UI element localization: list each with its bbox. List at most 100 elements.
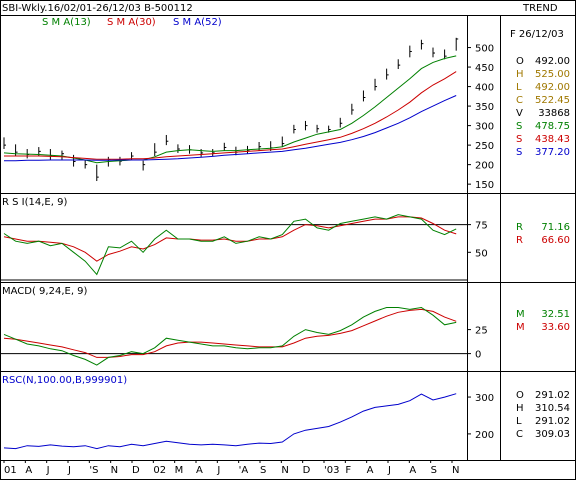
readout-label: M bbox=[516, 322, 525, 333]
readout-value: 71.16 bbox=[541, 222, 570, 233]
xtick-label: S bbox=[431, 465, 437, 476]
ytick-label: 500 bbox=[475, 44, 494, 55]
readout-value: 377.20 bbox=[535, 147, 570, 158]
xtick-label: J bbox=[46, 465, 50, 476]
xtick-label: D bbox=[303, 465, 311, 476]
readout-value: 522.45 bbox=[535, 95, 570, 106]
readout-label: S bbox=[516, 134, 522, 145]
rsi-title: R S I(14,E, 9) bbox=[2, 197, 67, 208]
xtick-label: J bbox=[216, 465, 220, 476]
x-axis-labels: 01 A J J 'S N D 02 M A J 'A S N D '03 F A J A S N bbox=[3, 460, 459, 476]
xtick-label: S bbox=[260, 465, 266, 476]
readout-value: 66.60 bbox=[541, 235, 570, 246]
rsc-readout: O 291.02 H 310.54 L 291.02 C 309.03 bbox=[516, 390, 570, 440]
xtick-label: A bbox=[196, 465, 203, 476]
technical-chart: SBI-Wkly.16/02/01-26/12/03 B-500112 TREN… bbox=[0, 0, 576, 480]
macd-lines bbox=[3, 306, 457, 366]
readout-value: 32.51 bbox=[541, 309, 570, 320]
ytick-label: 250 bbox=[475, 141, 494, 152]
rsi-lines bbox=[3, 214, 457, 276]
xtick-label: A bbox=[367, 465, 374, 476]
xtick-label: 02 bbox=[153, 465, 166, 476]
ytick-label: 25 bbox=[475, 326, 488, 337]
readout-label: C bbox=[516, 95, 523, 106]
price-sma-lines bbox=[3, 55, 457, 164]
chart-window: SBI-Wkly.16/02/01-26/12/03 B-500112 TREN… bbox=[0, 0, 576, 480]
readout-label: O bbox=[516, 390, 524, 401]
rsi-reference-lines bbox=[0, 224, 467, 281]
readout-label: C bbox=[516, 429, 523, 440]
xtick-label: N bbox=[452, 465, 459, 476]
readout-value: 478.75 bbox=[535, 121, 570, 132]
rsc-title: RSC(N,100.00,B,999901) bbox=[2, 375, 127, 386]
macd-title: MACD( 9,24,E, 9) bbox=[2, 286, 88, 297]
readout-label: R bbox=[516, 222, 523, 233]
xtick-label: '03 bbox=[324, 465, 339, 476]
xtick-label: N bbox=[281, 465, 288, 476]
ytick-label: 350 bbox=[475, 102, 494, 113]
readout-value: 525.00 bbox=[535, 69, 570, 80]
readout-label: S bbox=[516, 147, 522, 158]
xtick-label: F bbox=[345, 465, 351, 476]
xtick-label: N bbox=[111, 465, 118, 476]
xtick-label: D bbox=[132, 465, 140, 476]
xtick-label: J bbox=[67, 465, 71, 476]
ytick-label: 300 bbox=[475, 393, 494, 404]
ytick-label: 0 bbox=[475, 350, 481, 361]
readout-value: 291.02 bbox=[535, 390, 570, 401]
readout-label: L bbox=[516, 416, 522, 427]
macd-readout: M 32.51 M 33.60 bbox=[516, 309, 570, 333]
xtick-label: M bbox=[175, 465, 184, 476]
xtick-label: J bbox=[387, 465, 391, 476]
readout-label: S bbox=[516, 121, 522, 132]
ytick-label: 450 bbox=[475, 63, 494, 74]
readout-label: M bbox=[516, 309, 525, 320]
date-label: F 26/12/03 bbox=[510, 29, 564, 40]
rsi-line bbox=[3, 214, 457, 276]
readout-label: O bbox=[516, 56, 524, 67]
sma13-line bbox=[3, 55, 457, 164]
trend-label: TREND bbox=[522, 3, 558, 14]
legend-sma13: S M A(13) bbox=[42, 17, 91, 28]
readout-label: H bbox=[516, 403, 524, 414]
legend-sma52: S M A(52) bbox=[173, 17, 222, 28]
ytick-label: 200 bbox=[475, 161, 494, 172]
ytick-label: 300 bbox=[475, 122, 494, 133]
readout-value: 291.02 bbox=[535, 416, 570, 427]
rsi-signal-line bbox=[3, 216, 457, 262]
readout-label: R bbox=[516, 235, 523, 246]
readout-value: 33868 bbox=[538, 108, 570, 119]
macd-line bbox=[3, 306, 457, 366]
xtick-label: A bbox=[409, 465, 416, 476]
readout-value: 310.54 bbox=[535, 403, 570, 414]
xtick-label: 'S bbox=[89, 465, 98, 476]
readout-value: 492.00 bbox=[535, 82, 570, 93]
xtick-label: 'A bbox=[239, 465, 249, 476]
ytick-label: 50 bbox=[475, 248, 488, 259]
xtick-label: 01 bbox=[4, 465, 17, 476]
rsi-yticks: 50 75 bbox=[467, 221, 488, 259]
sma30-line bbox=[4, 71, 457, 160]
readout-label: L bbox=[516, 82, 522, 93]
rsc-yticks: 200 300 bbox=[467, 393, 494, 441]
readout-label: H bbox=[516, 69, 524, 80]
chart-title: SBI-Wkly.16/02/01-26/12/03 B-500112 bbox=[2, 3, 193, 14]
rsi-readout: R 71.16 R 66.60 bbox=[516, 222, 570, 246]
rsc-line bbox=[3, 393, 457, 450]
ytick-label: 200 bbox=[475, 430, 494, 441]
price-readout: O 492.00 H 525.00 L 492.00 C 522.45 V 33868 S 478.7… bbox=[516, 56, 570, 158]
readout-value: 33.60 bbox=[541, 322, 570, 333]
price-yticks: 150 200 250 300 350 400 450 500 bbox=[467, 44, 494, 191]
ytick-label: 150 bbox=[475, 180, 494, 191]
readout-value: 492.00 bbox=[535, 56, 570, 67]
macd-signal-line bbox=[3, 308, 457, 358]
ytick-label: 400 bbox=[475, 83, 494, 94]
readout-label: V bbox=[516, 108, 523, 119]
xtick-label: A bbox=[25, 465, 32, 476]
readout-value: 309.03 bbox=[535, 429, 570, 440]
legend-sma30: S M A(30) bbox=[107, 17, 156, 28]
readout-value: 438.43 bbox=[535, 134, 570, 145]
ytick-label: 75 bbox=[475, 221, 488, 232]
rsc-lines bbox=[3, 393, 457, 450]
macd-yticks: 0 25 bbox=[467, 326, 488, 361]
